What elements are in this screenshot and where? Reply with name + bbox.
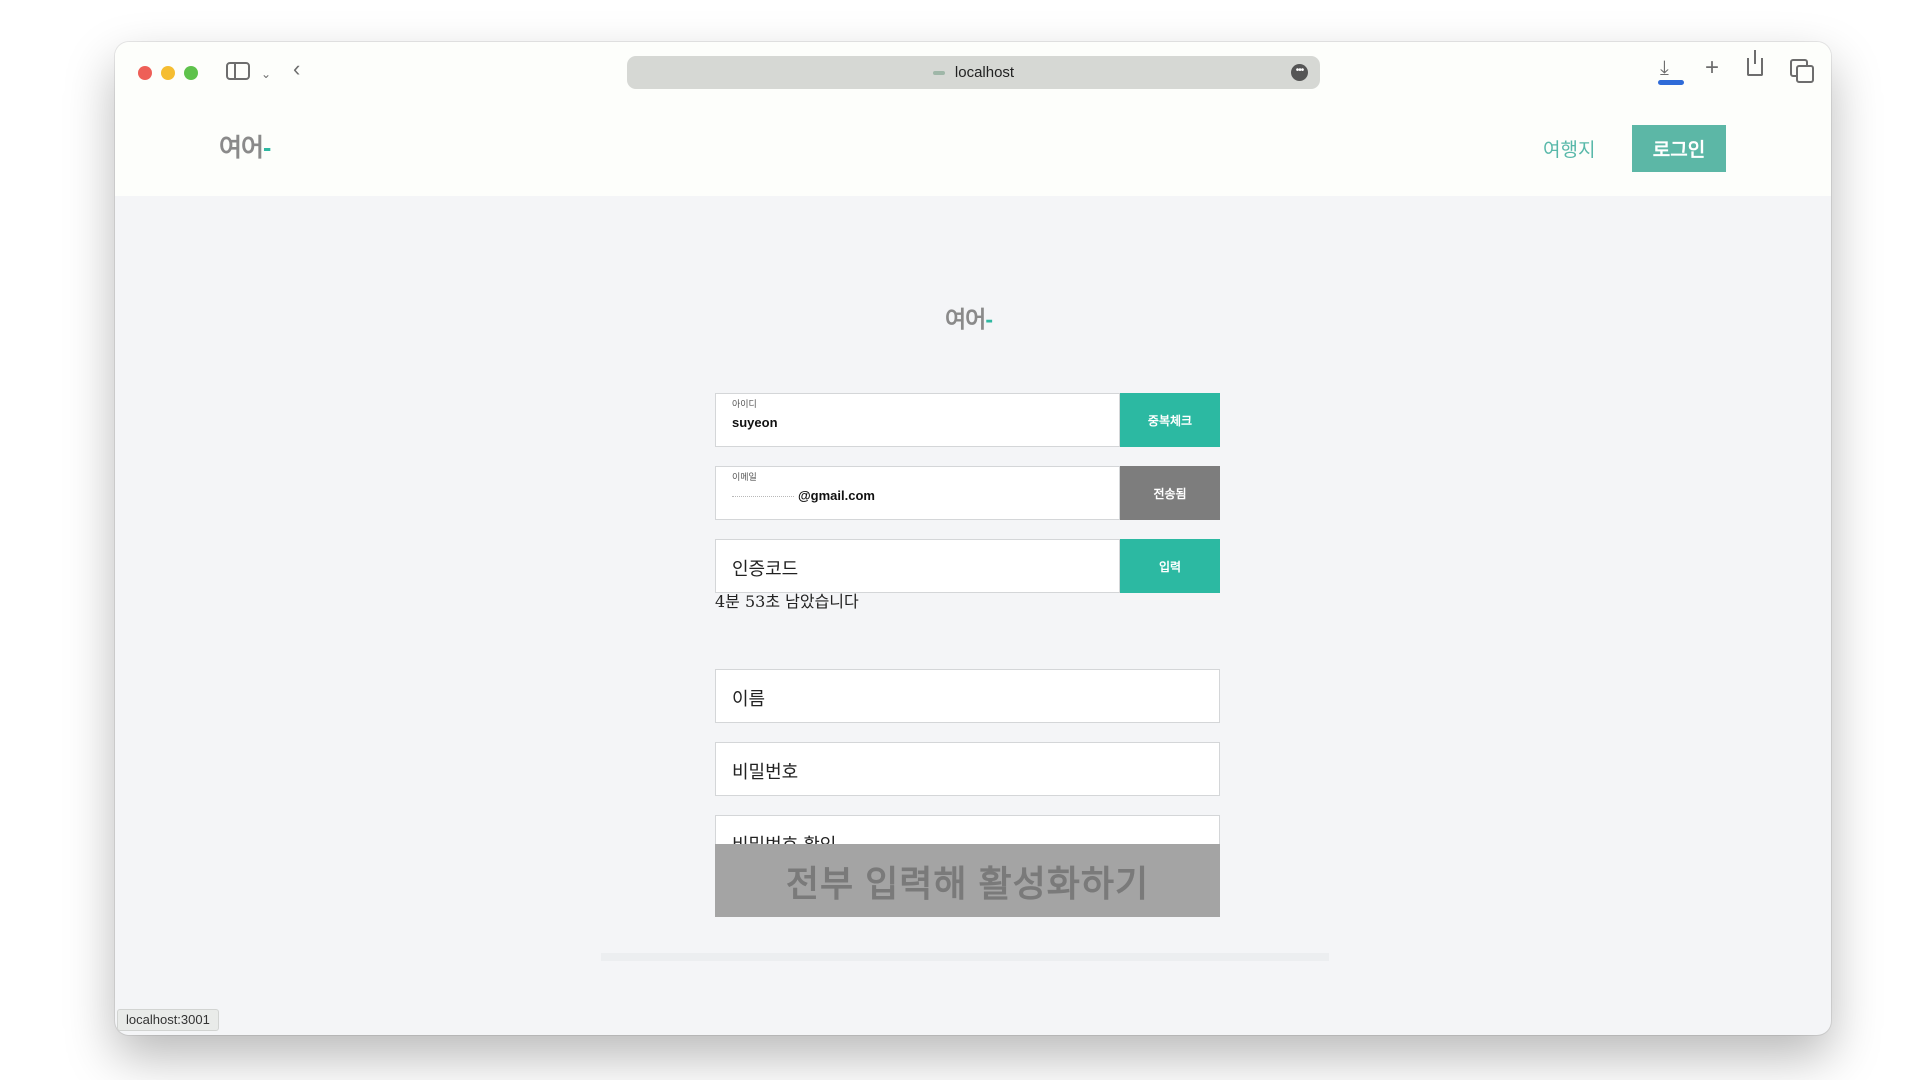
auth-code-field[interactable]: 인증코드	[715, 539, 1120, 593]
password-field[interactable]: 비밀번호	[715, 742, 1220, 796]
email-label: 이메일	[732, 472, 757, 482]
download-progress	[1658, 80, 1684, 85]
address-bar[interactable]: localhost •••	[627, 56, 1320, 89]
sent-button[interactable]: 전송됨	[1120, 466, 1220, 520]
login-button[interactable]: 로그인	[1632, 125, 1726, 172]
id-field[interactable]: 아이디 suyeon	[715, 393, 1120, 447]
share-icon[interactable]	[1747, 50, 1763, 76]
id-value: suyeon	[732, 415, 778, 430]
browser-window: ⌄ ‹ localhost ••• ⤓ + 여어- 여행지 로그인 여어- 아이…	[115, 42, 1831, 1035]
timer-text: 4분 53초 남았습니다	[715, 592, 859, 611]
code-row: 인증코드 입력	[715, 539, 1220, 593]
form-divider	[601, 953, 1329, 961]
site-favicon	[932, 70, 945, 75]
auth-code-placeholder: 인증코드	[732, 559, 799, 579]
password-placeholder: 비밀번호	[732, 762, 799, 782]
name-field[interactable]: 이름	[715, 669, 1220, 723]
duplicate-check-button[interactable]: 중복체크	[1120, 393, 1220, 447]
id-row: 아이디 suyeon 중복체크	[715, 393, 1220, 447]
browser-toolbar: ⌄ ‹ localhost ••• ⤓ +	[115, 42, 1831, 102]
name-row: 이름	[715, 669, 1220, 723]
nav-link-destinations[interactable]: 여행지	[1543, 135, 1595, 162]
download-icon[interactable]: ⤓	[1660, 58, 1669, 78]
more-icon[interactable]: •••	[1291, 64, 1308, 81]
sidebar-icon[interactable]	[226, 62, 250, 80]
email-field[interactable]: 이메일 @gmail.com	[715, 466, 1120, 520]
email-row: 이메일 @gmail.com 전송됨	[715, 466, 1220, 520]
id-label: 아이디	[732, 399, 757, 409]
name-placeholder: 이름	[732, 689, 766, 709]
submit-button[interactable]: 전부 입력해 활성화하기	[715, 844, 1220, 917]
plus-icon[interactable]: +	[1705, 56, 1719, 80]
minimize-window-button[interactable]	[161, 66, 175, 80]
email-masked-local	[732, 496, 794, 498]
form-logo: 여어-	[945, 306, 993, 332]
zoom-window-button[interactable]	[184, 66, 198, 80]
email-value: @gmail.com	[732, 488, 875, 503]
password-row: 비밀번호	[715, 742, 1220, 796]
close-window-button[interactable]	[138, 66, 152, 80]
status-bar-url: localhost:3001	[117, 1009, 219, 1031]
back-icon[interactable]: ‹	[293, 58, 300, 80]
enter-code-button[interactable]: 입력	[1120, 539, 1220, 593]
url-text: localhost	[954, 64, 1015, 81]
tabs-icon[interactable]	[1790, 59, 1814, 83]
site-logo[interactable]: 여어-	[219, 128, 271, 164]
site-header: 여어- 여행지 로그인	[115, 102, 1831, 196]
chevron-down-icon[interactable]: ⌄	[261, 64, 271, 84]
